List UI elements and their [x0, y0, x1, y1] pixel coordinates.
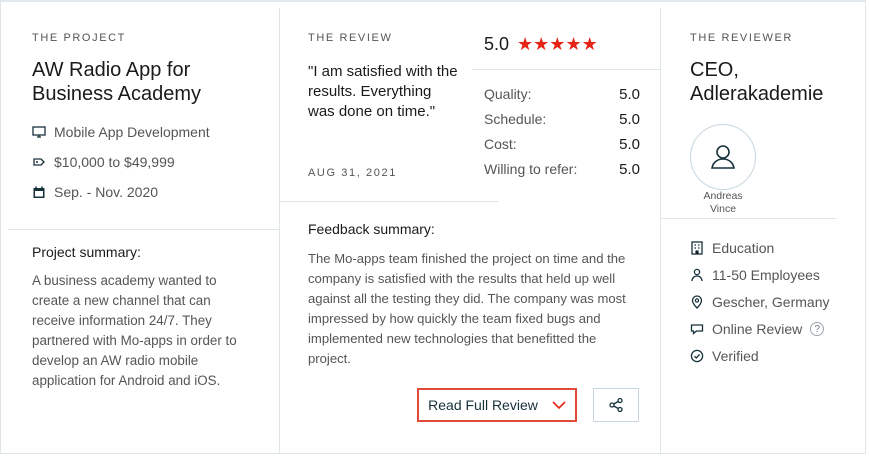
chat-icon: [690, 324, 704, 335]
read-full-review-label: Read Full Review: [428, 397, 538, 413]
chevron-down-icon: [552, 400, 566, 409]
project-summary-title: Project summary:: [32, 244, 141, 260]
avatar: [690, 124, 756, 190]
metric-value: 5.0: [619, 136, 640, 153]
reviewer-employees: 11-50 Employees: [690, 267, 830, 283]
reviewer-verification-label: Verified: [712, 348, 759, 364]
rating-metrics: Quality: 5.0 Schedule: 5.0 Cost: 5.0 Wil…: [484, 86, 640, 178]
reviewer-review-type: Online Review ?: [690, 321, 830, 337]
feedback-summary-title: Feedback summary:: [308, 221, 435, 237]
overall-rating: 5.0 ★★★★★: [484, 34, 598, 55]
project-budget-label: $10,000 to $49,999: [54, 154, 175, 170]
help-icon[interactable]: ?: [810, 322, 825, 336]
metric-value: 5.0: [619, 161, 640, 178]
location-pin-icon: [691, 295, 703, 309]
metric-label: Willing to refer:: [484, 161, 578, 177]
metric-schedule: Schedule: 5.0: [484, 111, 640, 128]
feedback-summary-text: The Mo-apps team finished the project on…: [308, 251, 626, 366]
project-service-label: Mobile App Development: [54, 124, 210, 140]
project-kicker: THE PROJECT: [32, 32, 126, 44]
tag-icon: [33, 158, 45, 166]
overall-rating-value: 5.0: [484, 34, 510, 54]
project-dates-label: Sep. - Nov. 2020: [54, 184, 159, 200]
reviewer-review-type-label: Online Review: [712, 321, 803, 337]
read-full-review-button[interactable]: Read Full Review: [417, 388, 577, 422]
review-quote: "I am satisfied with the results. Everyt…: [308, 63, 458, 120]
metric-label: Schedule:: [484, 111, 547, 127]
project-dates: Sep. - Nov. 2020: [32, 184, 158, 200]
divider-project: [8, 229, 279, 230]
share-icon: [609, 397, 623, 413]
divider-right: [660, 8, 661, 454]
reviewer-name: Andreas Vince: [703, 190, 743, 215]
user-avatar-icon: [711, 145, 735, 169]
reviewer-industry-label: Education: [712, 240, 775, 256]
project-service: Mobile App Development: [32, 124, 210, 140]
divider-review-quote: [279, 201, 499, 202]
review-date: AUG 31, 2021: [308, 167, 397, 179]
share-button[interactable]: [593, 388, 639, 422]
metric-quality: Quality: 5.0: [484, 86, 640, 103]
divider-left: [279, 8, 280, 454]
divider-rating: [472, 69, 660, 70]
calendar-icon: [33, 186, 45, 198]
person-icon: [691, 268, 703, 282]
metric-label: Quality:: [484, 86, 532, 102]
reviewer-verification: Verified: [690, 348, 830, 364]
metric-willing-to-refer: Willing to refer: 5.0: [484, 161, 640, 178]
metric-value: 5.0: [619, 86, 640, 103]
reviewer-details: Education 11-50 Employees Gescher, Germa…: [690, 240, 830, 364]
project-budget: $10,000 to $49,999: [32, 154, 175, 170]
check-circle-icon: [690, 349, 704, 363]
reviewer-location: Gescher, Germany: [690, 294, 830, 310]
reviewer-employees-label: 11-50 Employees: [712, 267, 820, 283]
metric-value: 5.0: [619, 111, 640, 128]
reviewer-title: CEO, Adlerakademie: [690, 59, 824, 105]
reviewer-kicker: THE REVIEWER: [690, 32, 793, 44]
monitor-icon: [32, 126, 46, 138]
metric-cost: Cost: 5.0: [484, 136, 640, 153]
divider-reviewer: [660, 218, 836, 219]
project-title: AW Radio App for Business Academy: [32, 59, 201, 105]
project-summary-text: A business academy wanted to create a ne…: [32, 273, 237, 388]
reviewer-industry: Education: [690, 240, 830, 256]
metric-label: Cost:: [484, 136, 517, 152]
building-icon: [691, 241, 703, 255]
reviewer-location-label: Gescher, Germany: [712, 294, 830, 310]
review-kicker: THE REVIEW: [308, 32, 393, 44]
star-icon: ★★★★★: [517, 34, 598, 54]
